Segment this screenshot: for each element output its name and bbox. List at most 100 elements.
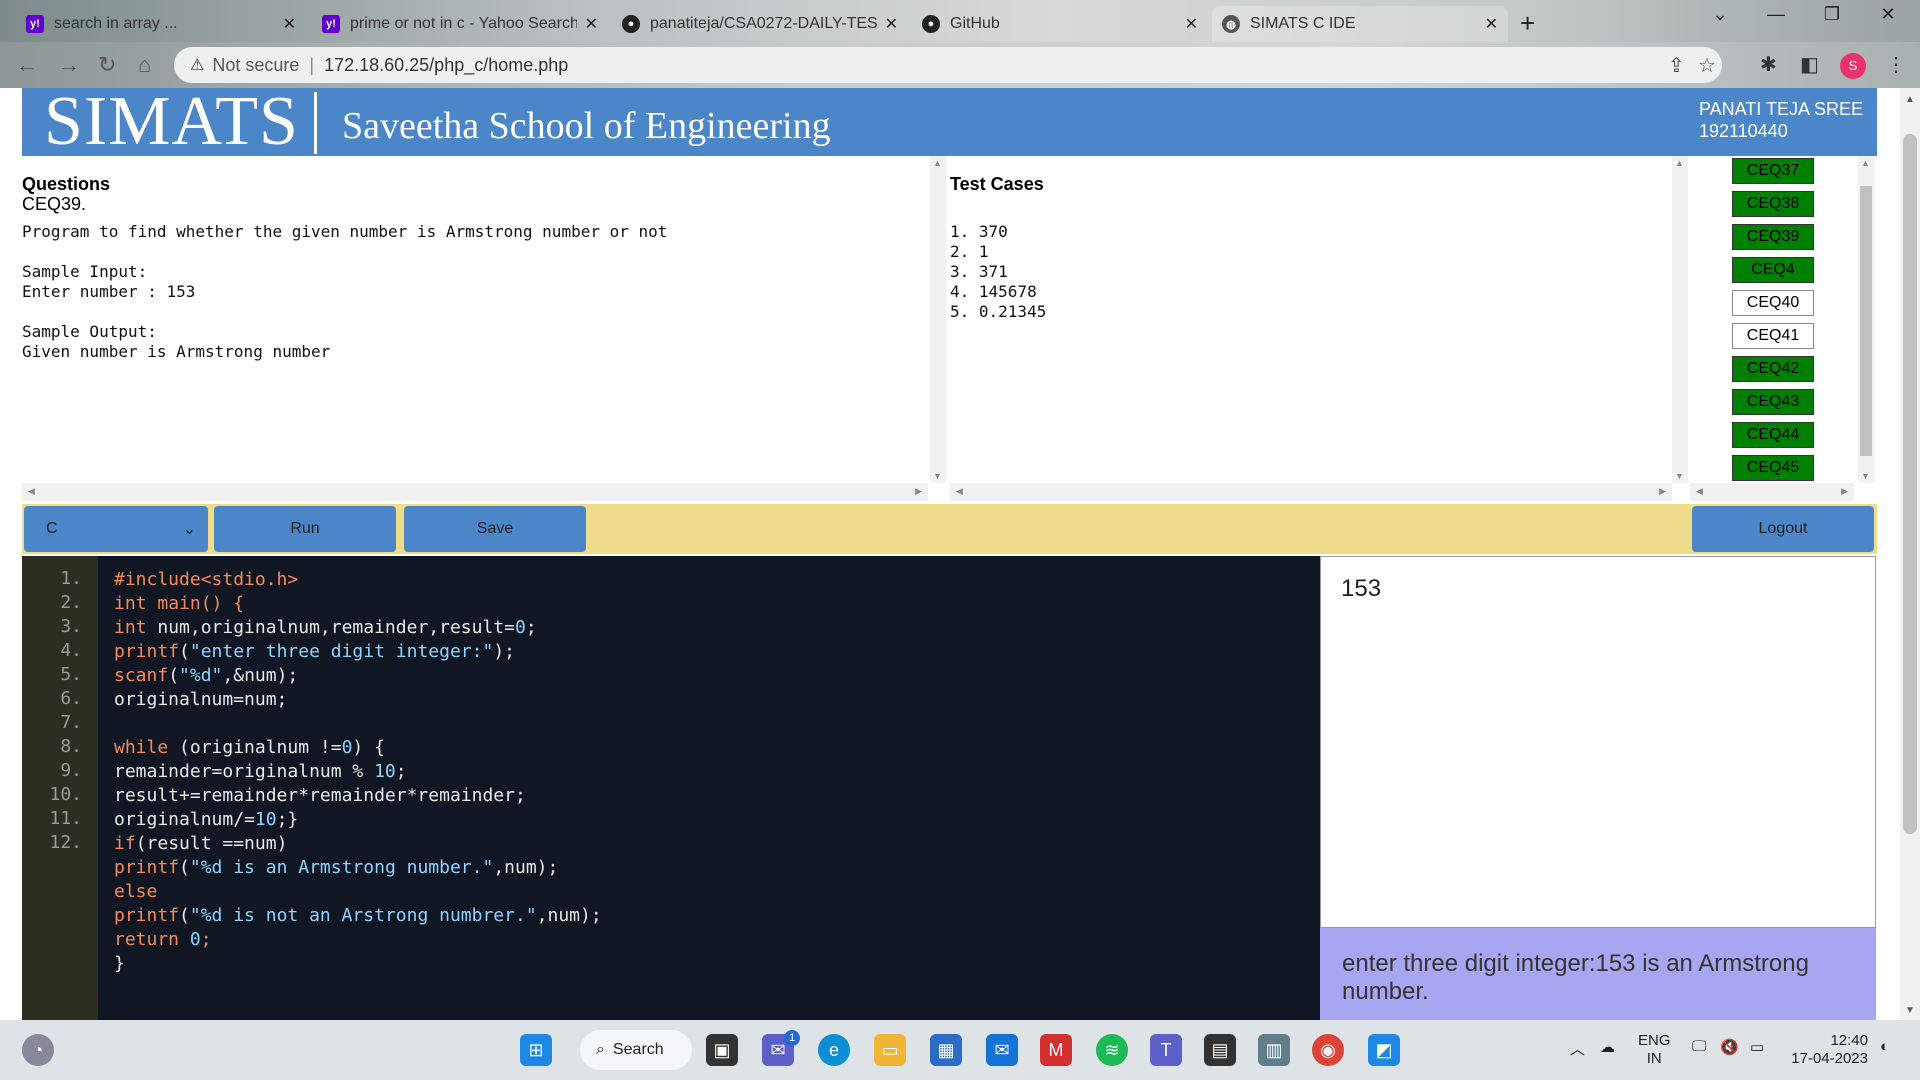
battery-icon[interactable]: ▭ (1750, 1038, 1764, 1056)
spotify-icon[interactable]: ≋ (1096, 1034, 1128, 1066)
restore-button[interactable]: ❐ (1804, 4, 1860, 25)
language-select[interactable]: C ⌄ (24, 506, 208, 552)
browser-tab[interactable]: ● panatiteja/CSA0272-DAILY-TEST- ✕ (612, 6, 908, 42)
run-button[interactable]: Run (214, 506, 396, 552)
code-line[interactable]: int num,originalnum,remainder,result=0; (114, 616, 537, 640)
notifications-icon[interactable]: ◐ (1880, 1038, 1889, 1055)
scroll-up-icon[interactable]: ▲ (1861, 158, 1870, 168)
mcafee-icon[interactable]: M (1040, 1034, 1072, 1066)
edge-icon[interactable]: e (818, 1034, 850, 1066)
reload-icon[interactable]: ↻ (98, 52, 116, 78)
show-hidden-icons[interactable]: ︿ (1570, 1038, 1585, 1059)
question-list-vscrollbar[interactable]: ▲ ▼ (1858, 156, 1874, 483)
code-line[interactable]: scanf("%d",&num); (114, 664, 298, 688)
code-line[interactable]: int main() { (114, 592, 244, 616)
code-editor[interactable]: 1. 2. 3. 4. 5. 6. 7. 8. 9. 10. 11. 12. #… (22, 556, 1320, 1020)
menu-icon[interactable]: ⋮ (1886, 52, 1906, 77)
teams-icon[interactable]: T (1150, 1034, 1182, 1066)
question-button-ceq38[interactable]: CEQ38 (1732, 191, 1814, 217)
code-line[interactable]: } (114, 952, 125, 976)
scrollbar-thumb[interactable] (1860, 186, 1872, 456)
volume-muted-icon[interactable]: 🔇 (1720, 1038, 1739, 1056)
browser-tab[interactable]: ● GitHub ✕ (912, 6, 1208, 42)
scroll-up-icon[interactable]: ▲ (933, 158, 942, 168)
close-tab-icon[interactable]: ✕ (1185, 14, 1198, 34)
taskbar-search[interactable]: ⌕ Search (580, 1030, 692, 1070)
photos-icon[interactable]: ◩ (1368, 1034, 1400, 1066)
close-tab-icon[interactable]: ✕ (585, 14, 598, 34)
question-button-ceq44[interactable]: CEQ44 (1732, 422, 1814, 448)
code-line[interactable]: while (originalnum !=0) { (114, 736, 385, 760)
page-vscrollbar[interactable]: ▲ ▼ (1900, 88, 1920, 1020)
code-line[interactable]: else (114, 880, 157, 904)
profile-avatar[interactable]: S (1840, 53, 1866, 79)
scroll-right-icon[interactable]: ▶ (1841, 486, 1848, 497)
browser-tab[interactable]: y! search in array ... ✕ (16, 6, 306, 42)
code-line[interactable]: printf("%d is not an Arstrong numbrer.",… (114, 904, 602, 928)
scroll-down-icon[interactable]: ▼ (1675, 471, 1684, 481)
question-vscrollbar[interactable]: ▲ ▼ (930, 156, 946, 483)
question-list-hscrollbar[interactable]: ◀ ▶ (1690, 483, 1854, 501)
security-label[interactable]: Not secure (212, 55, 299, 76)
program-input-box[interactable]: 153 (1320, 556, 1876, 928)
scrollbar-thumb[interactable] (1903, 134, 1917, 834)
scroll-up-icon[interactable]: ▲ (1905, 94, 1915, 105)
close-tab-icon[interactable]: ✕ (885, 14, 898, 34)
browser-tab[interactable]: y! prime or not in c - Yahoo Search ✕ (312, 6, 608, 42)
widgets-icon[interactable]: ◔ (22, 1034, 54, 1066)
home-icon[interactable]: ⌂ (138, 52, 151, 78)
side-panel-icon[interactable]: ◧ (1800, 52, 1819, 77)
minimize-button[interactable]: — (1748, 4, 1804, 25)
network-icon[interactable]: 🖵 (1692, 1038, 1706, 1055)
code-line[interactable]: remainder=originalnum % 10; (114, 760, 407, 784)
question-button-ceq39[interactable]: CEQ39 (1732, 224, 1814, 250)
scroll-right-icon[interactable]: ▶ (1659, 486, 1666, 497)
question-button-ceq42[interactable]: CEQ42 (1732, 356, 1814, 382)
warning-icon[interactable]: ⚠ (190, 55, 204, 75)
scroll-down-icon[interactable]: ▼ (1905, 1005, 1915, 1016)
dev-cpp-icon[interactable]: ▤ (1204, 1034, 1236, 1066)
onedrive-icon[interactable]: ☁ (1600, 1038, 1615, 1056)
scroll-left-icon[interactable]: ◀ (1696, 486, 1703, 497)
forward-icon[interactable]: → (58, 52, 80, 78)
close-tab-icon[interactable]: ✕ (283, 14, 296, 34)
code-line[interactable]: printf("%d is an Armstrong number.",num)… (114, 856, 558, 880)
store-icon[interactable]: ▦ (930, 1034, 962, 1066)
close-window-button[interactable]: ✕ (1860, 4, 1916, 25)
question-button-ceq43[interactable]: CEQ43 (1732, 389, 1814, 415)
logout-button[interactable]: Logout (1692, 506, 1874, 552)
chrome-icon[interactable]: ◉ (1312, 1034, 1344, 1066)
code-line[interactable]: return 0; (114, 928, 212, 952)
save-button[interactable]: Save (404, 506, 586, 552)
code-line[interactable]: if(result ==num) (114, 832, 287, 856)
code-line[interactable]: printf("enter three digit integer:"); (114, 640, 515, 664)
code-line[interactable]: #include<stdio.h> (114, 568, 298, 592)
browser-tab-active[interactable]: ◍ SIMATS C IDE ✕ (1212, 6, 1508, 42)
question-hscrollbar[interactable]: ◀ ▶ (22, 483, 928, 501)
code-line[interactable]: result+=remainder*remainder*remainder; (114, 784, 526, 808)
scroll-up-icon[interactable]: ▲ (1675, 158, 1684, 168)
start-icon[interactable]: ⊞ (520, 1034, 552, 1066)
clock[interactable]: 12:40 17-04-2023 (1788, 1032, 1868, 1068)
code-line[interactable]: originalnum/=10;} (114, 808, 298, 832)
question-button-ceq41[interactable]: CEQ41 (1732, 323, 1814, 349)
question-button-ceq4[interactable]: CEQ4 (1732, 257, 1814, 283)
scroll-right-icon[interactable]: ▶ (915, 486, 922, 497)
file-explorer-icon[interactable]: ▭ (874, 1034, 906, 1066)
scroll-down-icon[interactable]: ▼ (933, 471, 942, 481)
scroll-left-icon[interactable]: ◀ (28, 486, 35, 497)
bookmark-star-icon[interactable]: ☆ (1698, 53, 1716, 78)
url-text[interactable]: 172.18.60.25/php_c/home.php (324, 55, 568, 76)
tab-search-icon[interactable]: ⌄ (1692, 4, 1748, 25)
new-tab-button[interactable]: + (1520, 8, 1535, 39)
extensions-icon[interactable]: ✱ (1760, 52, 1777, 77)
close-tab-icon[interactable]: ✕ (1485, 14, 1498, 34)
address-bar[interactable]: ⚠ Not secure | 172.18.60.25/php_c/home.p… (174, 47, 1722, 83)
scroll-left-icon[interactable]: ◀ (956, 486, 963, 497)
mail-icon[interactable]: ✉ (986, 1034, 1018, 1066)
testcases-hscrollbar[interactable]: ◀ ▶ (950, 483, 1672, 501)
terminal-icon[interactable]: ▥ (1258, 1034, 1290, 1066)
scroll-down-icon[interactable]: ▼ (1861, 471, 1870, 481)
testcases-vscrollbar[interactable]: ▲ ▼ (1672, 156, 1688, 483)
language-indicator[interactable]: ENG IN (1638, 1032, 1671, 1068)
